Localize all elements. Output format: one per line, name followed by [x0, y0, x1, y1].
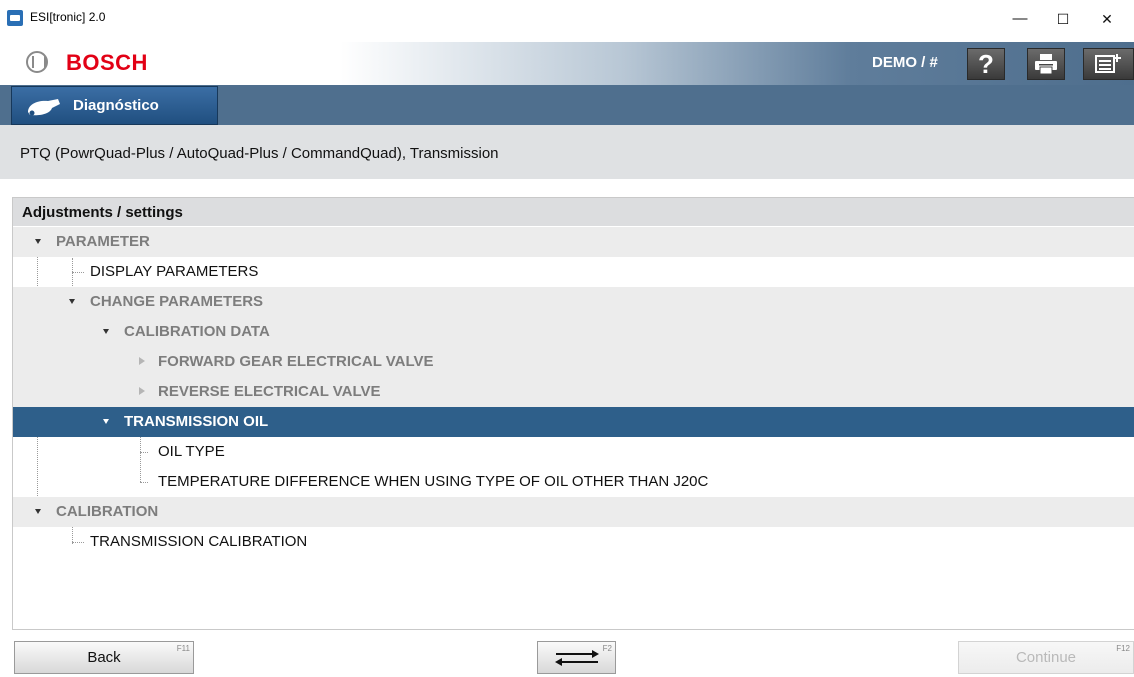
close-button[interactable]: ✕ [1092, 8, 1122, 30]
tree-node-label: TRANSMISSION OIL [124, 413, 269, 430]
menu-list-icon [1094, 54, 1121, 73]
tree-node-transmission-calibration[interactable]: TRANSMISSION CALIBRATION [13, 527, 1134, 557]
swap-arrows-icon [554, 650, 599, 666]
tree-node-label: DISPLAY PARAMETERS [90, 263, 259, 280]
collapsed-arrow-icon[interactable] [139, 387, 145, 395]
tree-node-label: CALIBRATION [56, 503, 159, 520]
tree-node-calibration-data[interactable]: CALIBRATION DATA [13, 317, 1134, 347]
print-icon [1035, 54, 1057, 75]
app-icon [7, 10, 23, 26]
tree-node-label: OIL TYPE [158, 443, 225, 460]
tree-node-reverse-electrical-valve[interactable]: REVERSE ELECTRICAL VALVE [13, 377, 1134, 407]
vehicle-bar: PTQ (PowrQuad-Plus / AutoQuad-Plus / Com… [0, 125, 1134, 179]
tab-diagnostico[interactable]: Diagnóstico [11, 86, 218, 125]
help-icon: ? [978, 49, 994, 79]
fkey-hint: F12 [1116, 644, 1130, 653]
car-plug-icon [28, 99, 60, 116]
tab-bar: Diagnóstico [0, 85, 1134, 125]
tree-node-label: CHANGE PARAMETERS [90, 293, 264, 310]
brand-logo: BOSCH [66, 50, 148, 75]
minimize-button[interactable]: — [1005, 8, 1035, 30]
tree-node-label: TEMPERATURE DIFFERENCE WHEN USING TYPE O… [158, 473, 709, 490]
bosch-logo-icon [26, 51, 48, 73]
tree-node-calibration[interactable]: CALIBRATION [13, 497, 1134, 527]
continue-button-label: Continue [1015, 649, 1077, 666]
adjustments-panel: Adjustments / settings PARAMETER DISPLAY… [12, 197, 1134, 630]
window-titlebar: ESI[tronic] 2.0 — ☐ ✕ [0, 0, 1134, 42]
tree-node-label: TRANSMISSION CALIBRATION [90, 533, 308, 550]
menu-button[interactable] [1083, 48, 1134, 80]
tree-node-transmission-oil[interactable]: TRANSMISSION OIL [13, 407, 1134, 437]
panel-title: Adjustments / settings [22, 204, 183, 221]
vehicle-description: PTQ (PowrQuad-Plus / AutoQuad-Plus / Com… [20, 145, 499, 162]
tree-node-display-parameters[interactable]: DISPLAY PARAMETERS [13, 257, 1134, 287]
tree-node-label: CALIBRATION DATA [124, 323, 270, 340]
panel-header: Adjustments / settings [13, 198, 1134, 226]
expanded-arrow-icon[interactable] [35, 239, 41, 244]
user-label: DEMO / # [872, 54, 938, 71]
maximize-button[interactable]: ☐ [1048, 8, 1078, 30]
tree-node-label: FORWARD GEAR ELECTRICAL VALVE [158, 353, 434, 370]
expanded-arrow-icon[interactable] [103, 419, 109, 424]
swap-button[interactable]: F2 [537, 641, 616, 674]
tree-node-label: PARAMETER [56, 233, 150, 250]
collapsed-arrow-icon[interactable] [139, 357, 145, 365]
print-button[interactable] [1027, 48, 1065, 80]
expanded-arrow-icon[interactable] [35, 509, 41, 514]
tree-node-temperature-difference[interactable]: TEMPERATURE DIFFERENCE WHEN USING TYPE O… [13, 467, 1134, 497]
back-button-label: Back [87, 649, 121, 666]
window-title: ESI[tronic] 2.0 [30, 10, 106, 24]
tree-node-oil-type[interactable]: OIL TYPE [13, 437, 1134, 467]
fkey-hint: F11 [176, 644, 190, 653]
back-button[interactable]: Back F11 [14, 641, 194, 674]
tree-node-label: REVERSE ELECTRICAL VALVE [158, 383, 381, 400]
tree-node-change-parameters[interactable]: CHANGE PARAMETERS [13, 287, 1134, 317]
expanded-arrow-icon[interactable] [69, 299, 75, 304]
continue-button[interactable]: Continue F12 [958, 641, 1134, 674]
app-header: BOSCH DEMO / # ? [0, 42, 1134, 85]
tab-label: Diagnóstico [73, 97, 159, 114]
fkey-hint: F2 [602, 644, 612, 653]
expanded-arrow-icon[interactable] [103, 329, 109, 334]
tree-node-forward-gear-electrical-valve[interactable]: FORWARD GEAR ELECTRICAL VALVE [13, 347, 1134, 377]
help-button[interactable]: ? [967, 48, 1005, 80]
tree-node-parameter[interactable]: PARAMETER [13, 227, 1134, 257]
